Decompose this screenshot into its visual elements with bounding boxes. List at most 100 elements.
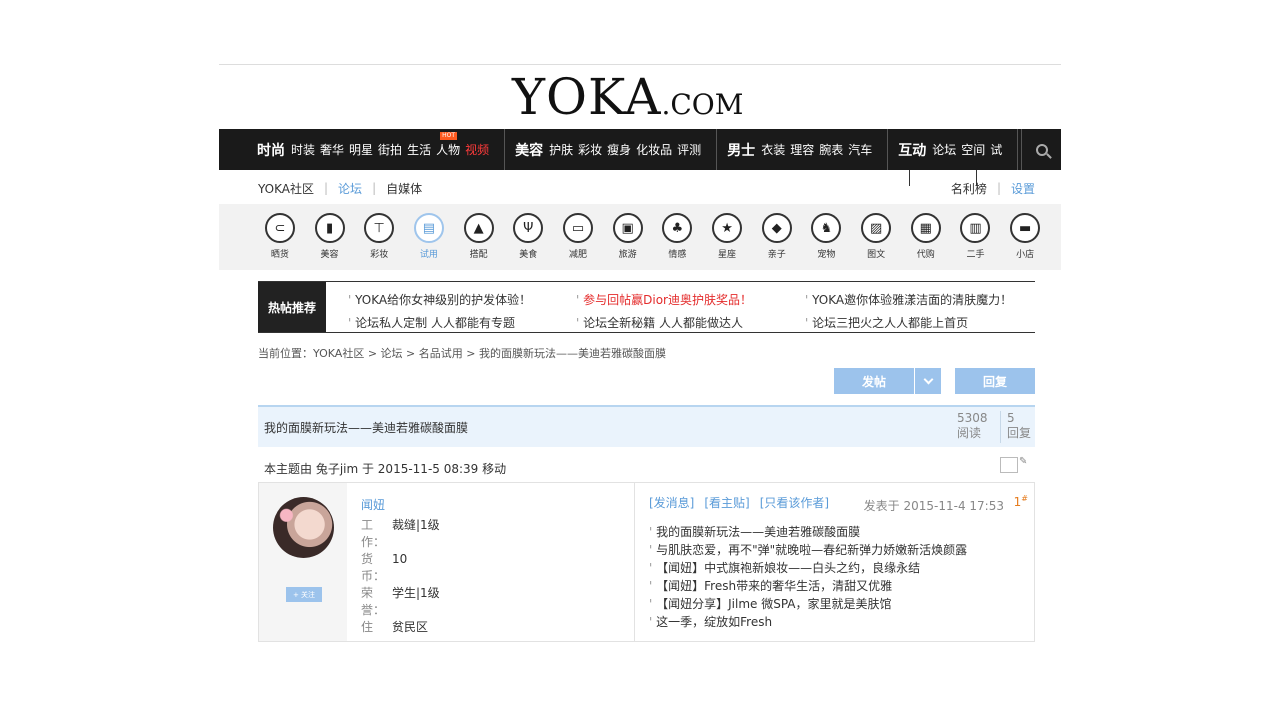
- new-post-button[interactable]: 发帖: [834, 368, 914, 394]
- hot-link[interactable]: 论坛三把火之人人都能上首页: [805, 314, 1035, 332]
- avatar-decoration: [273, 497, 334, 558]
- category-gift[interactable]: ▦ 代购: [901, 204, 951, 270]
- hot-link[interactable]: 论坛私人定制 人人都能有专题: [348, 314, 576, 332]
- category-label: 旅游: [618, 250, 637, 260]
- nav-item[interactable]: 论坛: [932, 141, 956, 158]
- nav-item[interactable]: 衣装: [761, 141, 785, 158]
- author-name[interactable]: 闻妞: [361, 496, 634, 513]
- nav-main-interact[interactable]: 互动: [898, 140, 926, 160]
- hot-link[interactable]: YOKA给你女神级别的护发体验！: [348, 291, 576, 309]
- nav-item[interactable]: 彩妆: [578, 141, 602, 158]
- nav-item-video[interactable]: 视频: [465, 141, 489, 158]
- signature-link[interactable]: 【闻妞分享】Jilme 微SPA，家里就是美肤馆: [649, 595, 1024, 613]
- trial-icon: ▤: [413, 213, 444, 243]
- nav-item[interactable]: 理容: [790, 141, 814, 158]
- nav-item[interactable]: 汽车: [848, 141, 872, 158]
- view-main-post-link[interactable]: [看主贴]: [704, 494, 749, 511]
- nav-item[interactable]: 瘦身: [607, 141, 631, 158]
- nav-group-interact: 互动 论坛 空间 试: [898, 129, 1019, 170]
- signature-link[interactable]: 这一季，绽放如Fresh: [649, 613, 1024, 631]
- reply-button[interactable]: 回复: [955, 368, 1035, 394]
- category-picture[interactable]: ▨ 图文: [851, 204, 901, 270]
- category-bar: ⊂ 晒货 ▮ 美容 ⊤ 彩妆 ▤ 试用 ▲ 搭配 Ψ 美食 ▭ 减肥 ▣ 旅游 ♣ 情感 ★ 星座 ◆ 亲子 ♞ 宠物 ▨ 图文 ▦…: [219, 204, 1061, 270]
- hot-link[interactable]: 论坛全新秘籍 人人都能做达人: [576, 314, 805, 332]
- post-body: [发消息] [看主贴] [只看该作者] 发表于 2015-11-4 17:53 …: [635, 483, 1034, 641]
- subnav-separator: |: [372, 181, 377, 195]
- info-value: 学生|1级: [392, 586, 440, 600]
- nav-item[interactable]: 时装: [291, 141, 315, 158]
- category-scale[interactable]: ▭ 减肥: [553, 204, 603, 270]
- category-makeup[interactable]: ⊤ 彩妆: [354, 204, 404, 270]
- category-dress[interactable]: ▲ 搭配: [454, 204, 504, 270]
- yoka-logo[interactable]: YOKA .COM: [512, 72, 743, 122]
- subnav-community[interactable]: YOKA社区: [258, 180, 314, 197]
- subnav-forum[interactable]: 论坛: [338, 180, 362, 197]
- luggage-icon: ▣: [612, 213, 643, 243]
- category-label: 美食: [519, 250, 538, 260]
- nav-main-beauty[interactable]: 美容: [515, 140, 543, 160]
- star-icon: ★: [712, 213, 743, 243]
- hot-link[interactable]: YOKA邀你体验雅漾洁面的清肤魔力！: [805, 291, 1035, 309]
- category-shop[interactable]: ▬ 小店: [1000, 204, 1050, 270]
- sub-nav: YOKA社区 | 论坛 | 自媒体 名利榜 | 设置: [258, 178, 1035, 198]
- top-divider: [219, 64, 1061, 65]
- follow-button[interactable]: + 关注: [286, 587, 322, 602]
- info-value: 10: [392, 552, 408, 566]
- nav-main-fashion[interactable]: 时尚: [257, 140, 285, 160]
- category-star[interactable]: ★ 星座: [702, 204, 752, 270]
- subnav-media[interactable]: 自媒体: [386, 180, 422, 197]
- new-post-dropdown-button[interactable]: [915, 368, 941, 394]
- nav-item[interactable]: 化妆品: [636, 141, 672, 158]
- views-count: 5308: [957, 411, 988, 425]
- signature-link[interactable]: 【闻妞】Fresh带来的奢华生活，清甜又优雅: [649, 577, 1024, 595]
- category-cosmetic[interactable]: ▮ 美容: [305, 204, 355, 270]
- signature-link[interactable]: 【闻妞】中式旗袍新娘妆——白头之约，良缘永结: [649, 559, 1024, 577]
- category-luggage[interactable]: ▣ 旅游: [603, 204, 653, 270]
- nav-item[interactable]: 腕表: [819, 141, 843, 158]
- hot-link[interactable]: 参与回帖赢Dior迪奥护肤奖品！: [576, 291, 805, 309]
- only-author-link[interactable]: [只看该作者]: [760, 494, 829, 511]
- nav-item[interactable]: 评测: [677, 141, 701, 158]
- nav-item[interactable]: 生活: [407, 141, 431, 158]
- select-checkbox[interactable]: [1000, 457, 1018, 473]
- nav-group-men: 男士 衣装 理容 腕表 汽车: [727, 129, 889, 170]
- category-pet[interactable]: ♞ 宠物: [802, 204, 852, 270]
- subnav-settings[interactable]: 设置: [1011, 180, 1035, 197]
- category-trial[interactable]: ▤ 试用: [404, 204, 454, 270]
- nav-item[interactable]: 明星: [349, 141, 373, 158]
- thread-stats: 5308 阅读 5 回复: [957, 411, 1035, 443]
- search-icon: [1035, 143, 1048, 156]
- nav-item[interactable]: 护肤: [549, 141, 573, 158]
- nav-item[interactable]: 试: [990, 141, 1002, 158]
- signature-link[interactable]: 我的面膜新玩法——美迪若雅碳酸面膜: [649, 523, 1024, 541]
- pet-icon: ♞: [811, 213, 842, 243]
- category-label: 晒货: [270, 250, 289, 260]
- info-row: 荣誉： 学生|1级: [361, 585, 634, 619]
- category-label: 亲子: [767, 250, 786, 260]
- send-message-link[interactable]: [发消息]: [649, 494, 694, 511]
- category-label: 美容: [320, 250, 339, 260]
- replies-stat: 5 回复: [1001, 411, 1035, 443]
- nav-item-people[interactable]: HOT 人物: [436, 132, 460, 158]
- breadcrumb[interactable]: 当前位置：YOKA社区 > 论坛 > 名品试用 > 我的面膜新玩法——美迪若雅碳…: [258, 347, 1035, 361]
- category-food[interactable]: Ψ 美食: [503, 204, 553, 270]
- hot-posts: 热帖推荐 YOKA给你女神级别的护发体验！ 参与回帖赢Dior迪奥护肤奖品！ Y…: [258, 281, 1035, 333]
- signature-link[interactable]: 与肌肤恋爱，再不"弹"就晚啦—春纪新弹力娇嫩新活焕颜露: [649, 541, 1024, 559]
- nav-item[interactable]: 空间: [961, 141, 985, 158]
- subnav-separator: |: [996, 181, 1001, 195]
- category-bag[interactable]: ⊂ 晒货: [255, 204, 305, 270]
- replies-label: 回复: [1007, 426, 1032, 440]
- subnav-ranking[interactable]: 名利榜: [951, 180, 987, 197]
- nav-item[interactable]: 奢华: [320, 141, 344, 158]
- category-cherry[interactable]: ♣ 情感: [653, 204, 703, 270]
- category-secondhand[interactable]: ▥ 二手: [951, 204, 1001, 270]
- nav-search-button[interactable]: [1021, 129, 1061, 170]
- nav-main-men[interactable]: 男士: [727, 140, 755, 160]
- edit-icon[interactable]: ✎: [1019, 456, 1027, 467]
- info-row: 住 贫民区: [361, 619, 634, 636]
- nav-item[interactable]: 街拍: [378, 141, 402, 158]
- info-key: 荣誉：: [361, 586, 386, 617]
- post-author-panel: + 关注: [259, 483, 347, 641]
- category-bottle[interactable]: ◆ 亲子: [752, 204, 802, 270]
- avatar[interactable]: [273, 497, 334, 558]
